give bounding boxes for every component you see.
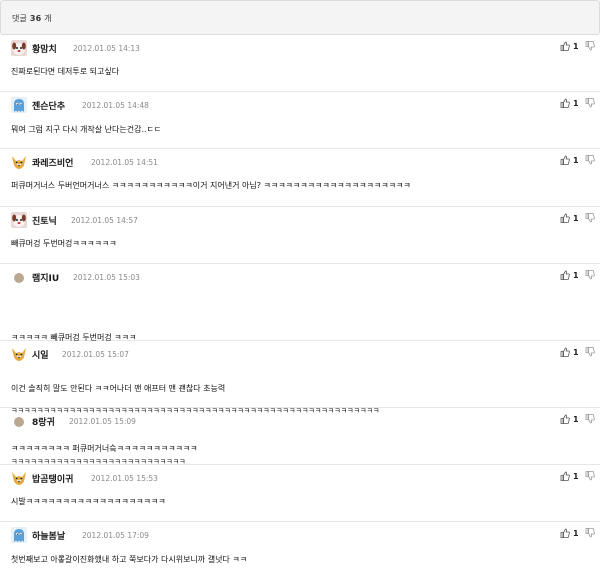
comment-nickname[interactable]: 램지IU	[32, 271, 59, 284]
thumbs-down-icon[interactable]	[585, 471, 595, 481]
comment-body: 빼큐머겅 두번머겅ㅋㅋㅋㅋㅋㅋ	[11, 235, 117, 252]
comment-date: 2012.01.05 14:51	[91, 158, 158, 167]
like-count: 1	[573, 214, 579, 223]
comment-nickname[interactable]: 젠슨단추	[32, 99, 65, 112]
comment-line: 시발ㅋㅋㅋㅋㅋㅋㅋㅋㅋㅋㅋㅋㅋㅋㅋㅋㅋㅋㅋ	[11, 497, 166, 506]
comment-nickname[interactable]: 시일	[32, 348, 49, 361]
comment-item: 8랑귀 2012.01.05 15:09 1 ㅋㅋㅋㅋㅋㅋㅋㅋ 퍼큐머거너슼ㅋㅋ…	[0, 408, 600, 465]
like-count: 1	[573, 271, 579, 280]
thumbs-up-icon[interactable]	[560, 471, 570, 481]
comment-body: 진짜로된다면 데저투로 되고싶다	[11, 63, 119, 80]
comment-item: 램지IU 2012.01.05 15:03 1 ㅋㅋㅋㅋㅋ 빼큐머겅 두번머겅 …	[0, 264, 600, 393]
blue-ghost-icon[interactable]	[11, 97, 27, 113]
comment-date: 2012.01.05 17:09	[82, 531, 149, 540]
like-count: 1	[573, 472, 579, 481]
fox-icon[interactable]	[11, 470, 27, 486]
fox-icon[interactable]	[11, 154, 27, 170]
thumbs-up-icon[interactable]	[560, 414, 570, 424]
comment-body: ㅋㅋㅋㅋㅋㅋㅋㅋ 퍼큐머거너슼ㅋㅋㅋㅋㅋㅋㅋㅋㅋㅋㅋ	[11, 440, 198, 457]
comment-line: 진짜로된다면 데저투로 되고싶다	[11, 67, 120, 76]
thumbs-down-icon[interactable]	[585, 155, 595, 165]
like-count: 1	[573, 99, 579, 108]
fox-icon[interactable]	[11, 346, 27, 362]
comment-count: 36	[29, 14, 42, 23]
comment-count-unit: 개	[44, 14, 52, 23]
comment-body: 퍼큐머거너스 두버언머거너스 ㅋㅋㅋㅋㅋㅋㅋㅋㅋㅋㅋ이거 지어낸거 아님? ㅋㅋ…	[11, 177, 411, 194]
comment-date: 2012.01.05 15:07	[62, 350, 129, 359]
comment-nickname[interactable]: 황맘치	[32, 42, 57, 55]
comment-line: 퍼큐머거너스 두버언머거너스 ㅋㅋㅋㅋㅋㅋㅋㅋㅋㅋㅋ이거 지어낸거 아님? ㅋㅋ…	[11, 181, 411, 190]
thumbs-up-icon[interactable]	[560, 347, 570, 357]
comment-item: 황맘치 2012.01.05 14:13 1 진짜로된다면 데저투로 되고싶다	[0, 35, 600, 92]
thumbs-down-icon[interactable]	[585, 41, 595, 51]
dog-icon[interactable]	[11, 212, 27, 228]
comment-date: 2012.01.05 14:13	[73, 44, 140, 53]
circle-avatar-icon[interactable]	[14, 273, 24, 283]
thumbs-down-icon[interactable]	[585, 213, 595, 223]
comment-line: ㅋㅋㅋㅋㅋㅋㅋㅋ 퍼큐머거너슼ㅋㅋㅋㅋㅋㅋㅋㅋㅋㅋㅋ	[11, 444, 198, 453]
comment-date: 2012.01.05 14:57	[71, 216, 138, 225]
comment-date: 2012.01.05 15:09	[69, 417, 136, 426]
thumbs-up-icon[interactable]	[560, 270, 570, 280]
comment-nickname[interactable]: 진토닉	[32, 214, 57, 227]
thumbs-down-icon[interactable]	[585, 414, 595, 424]
like-count: 1	[573, 415, 579, 424]
comment-list: 황맘치 2012.01.05 14:13 1 진짜로된다면 데저투로 되고싶다 …	[0, 35, 600, 583]
thumbs-down-icon[interactable]	[585, 528, 595, 538]
blue-ghost-icon[interactable]	[11, 527, 27, 543]
thumbs-up-icon[interactable]	[560, 41, 570, 51]
comment-line: 첫번째보고 아롷갈이진화했내 하고 쭉보다가 다시위보니까 걜넛다 ㅋㅋ	[11, 555, 248, 564]
like-count: 1	[573, 529, 579, 538]
like-count: 1	[573, 348, 579, 357]
comment-item: 콰레즈비언 2012.01.05 14:51 1 퍼큐머거너스 두버언머거너스 …	[0, 149, 600, 207]
thumbs-down-icon[interactable]	[585, 270, 595, 280]
thumbs-up-icon[interactable]	[560, 528, 570, 538]
comment-item: 밥곰탱이귀 2012.01.05 15:53 1 시발ㅋㅋㅋㅋㅋㅋㅋㅋㅋㅋㅋㅋㅋ…	[0, 465, 600, 522]
comment-nickname[interactable]: 하늘봄날	[32, 529, 65, 542]
thumbs-up-icon[interactable]	[560, 98, 570, 108]
comment-item: 진토닉 2012.01.05 14:57 1 빼큐머겅 두번머겅ㅋㅋㅋㅋㅋㅋ	[0, 207, 600, 264]
comment-body: 뭐여 그럼 지구 다시 개작살 난다는건감..ㄷㄷ	[11, 121, 161, 138]
comment-date: 2012.01.05 15:53	[91, 474, 158, 483]
thumbs-up-icon[interactable]	[560, 213, 570, 223]
thumbs-down-icon[interactable]	[585, 347, 595, 357]
dog-icon[interactable]	[11, 40, 27, 56]
comment-date: 2012.01.05 14:48	[82, 101, 149, 110]
like-count: 1	[573, 156, 579, 165]
comment-count-bar: 댓글 36 개	[0, 0, 600, 35]
comment-line: 빼큐머겅 두번머겅ㅋㅋㅋㅋㅋㅋ	[11, 239, 117, 248]
circle-avatar-icon[interactable]	[14, 417, 24, 427]
comment-body: 시발ㅋㅋㅋㅋㅋㅋㅋㅋㅋㅋㅋㅋㅋㅋㅋㅋㅋㅋㅋ	[11, 493, 166, 510]
comment-nickname[interactable]: 8랑귀	[32, 415, 55, 428]
comment-body: 첫번째보고 아롷갈이진화했내 하고 쭉보다가 다시위보니까 걜넛다 ㅋㅋ	[11, 551, 247, 568]
thumbs-up-icon[interactable]	[560, 155, 570, 165]
comment-item: 하늘봄날 2012.01.05 17:09 1 첫번째보고 아롷갈이진화했내 하…	[0, 522, 600, 583]
comment-count-text: 댓글 36 개	[12, 13, 52, 24]
thumbs-down-icon[interactable]	[585, 98, 595, 108]
comment-line: 뭐여 그럼 지구 다시 개작살 난다는건감..ㄷㄷ	[11, 125, 162, 134]
comment-label: 댓글	[12, 14, 28, 23]
comment-nickname[interactable]: 콰레즈비언	[32, 156, 73, 169]
like-count: 1	[573, 42, 579, 51]
comment-nickname[interactable]: 밥곰탱이귀	[32, 472, 73, 485]
comment-item: 젠슨단추 2012.01.05 14:48 1 뭐여 그럼 지구 다시 개작살 …	[0, 92, 600, 149]
comment-date: 2012.01.05 15:03	[73, 273, 140, 282]
comment-item: 시일 2012.01.05 15:07 1 ㅋㅋㅋㅋㅋㅋㅋㅋㅋㅋㅋㅋㅋㅋㅋㅋㅋㅋ…	[0, 341, 600, 466]
